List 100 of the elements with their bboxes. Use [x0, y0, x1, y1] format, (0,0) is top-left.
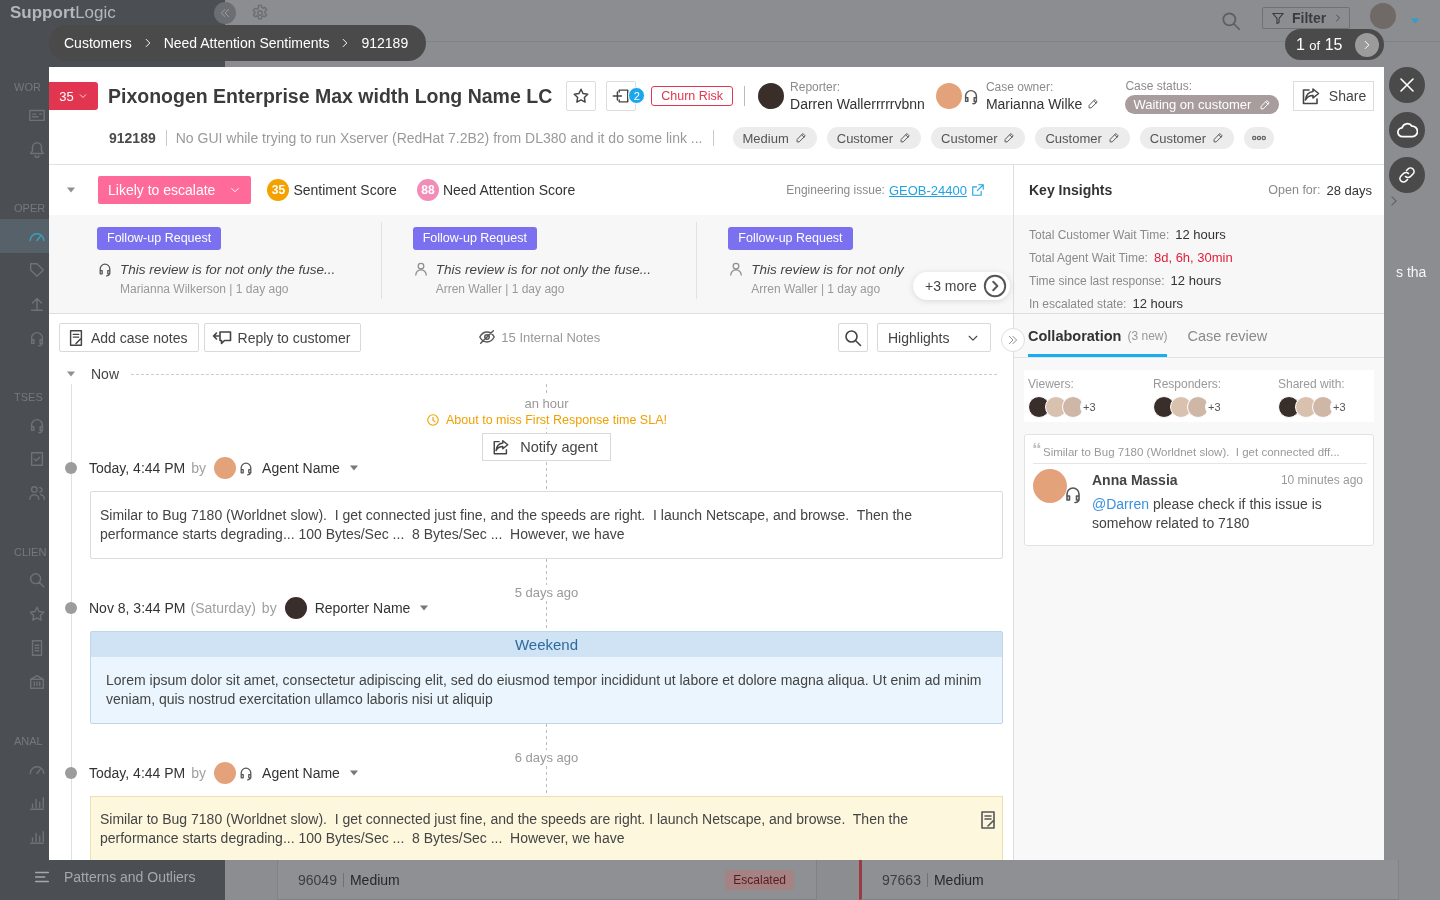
- search-icon: [843, 327, 863, 348]
- field-value: 12 hours: [1170, 273, 1222, 288]
- notify-agent-button[interactable]: Notify agent: [482, 433, 611, 461]
- bar-chart-icon: [28, 828, 46, 846]
- breadcrumb-link[interactable]: Customers: [64, 35, 132, 51]
- next-button[interactable]: [1355, 32, 1379, 57]
- clock-icon: [426, 413, 441, 427]
- field-label: In escalated state:: [1029, 296, 1127, 311]
- headset-icon: [1063, 484, 1083, 504]
- author-name[interactable]: Agent Name: [262, 765, 340, 781]
- follow-up-tag: Follow-up Request: [97, 227, 222, 250]
- logo: SupportLogic: [10, 3, 116, 23]
- quote-icon: [1033, 442, 1041, 450]
- tag-chip[interactable]: Medium: [732, 127, 817, 149]
- link-button[interactable]: [1389, 157, 1425, 193]
- more-button[interactable]: [1244, 127, 1275, 149]
- avatar: [1312, 396, 1334, 418]
- more-count[interactable]: +3: [1205, 399, 1224, 415]
- case-card[interactable]: 96049 Medium Escalated: [277, 860, 817, 900]
- score-dropdown[interactable]: 35: [49, 82, 98, 110]
- weekend-banner: Weekend: [91, 632, 1002, 657]
- star-button[interactable]: [566, 81, 597, 111]
- participants-label: Shared with:: [1278, 376, 1345, 392]
- share-icon: [492, 438, 511, 456]
- timeline-dot: [65, 602, 77, 614]
- share-button[interactable]: Share: [1293, 81, 1374, 111]
- tab[interactable]: Collaboration (3 new): [1028, 314, 1168, 357]
- avatar: [1187, 396, 1209, 418]
- score-label: Need Attention Score: [442, 182, 576, 198]
- caret-down-icon[interactable]: [419, 603, 430, 613]
- link-icon: [1397, 165, 1417, 185]
- plus-card-icon: [612, 87, 631, 105]
- person-icon: [412, 261, 429, 277]
- message-text: Lorem ipsum dolor sit amet, consectetur adipiscing elit, sed do eiusmod tempor incididunt ut labore et dolore magna aliqua. Ut enim ad minim veniam, quis nostrud exercitation ullamco laboris nisi ut aliquip: [105, 671, 983, 709]
- cloud-button[interactable]: [1389, 112, 1425, 148]
- collapse-triangle-icon[interactable]: [66, 369, 76, 379]
- search-button[interactable]: [838, 323, 868, 352]
- mention-link[interactable]: @Darren: [1092, 496, 1149, 512]
- priority-label: Medium: [349, 871, 400, 888]
- gear-icon[interactable]: [251, 4, 269, 22]
- pencil-icon: [899, 132, 912, 144]
- field-label: Case status:: [1125, 78, 1194, 94]
- author-name: Anna Massia: [1092, 472, 1178, 488]
- search-icon[interactable]: [1220, 10, 1242, 32]
- case-card[interactable]: 97663 Medium: [859, 860, 1399, 900]
- avatar: [1062, 396, 1084, 418]
- caret-down-icon[interactable]: [348, 463, 359, 473]
- external-link-icon[interactable]: [971, 183, 985, 197]
- by-label: by: [261, 600, 277, 616]
- count-badge: 2: [628, 87, 646, 104]
- tag-chip[interactable]: Customer: [1035, 127, 1130, 149]
- more-count[interactable]: +3: [1330, 399, 1349, 415]
- collapse-button[interactable]: [214, 2, 236, 24]
- sidebar-item[interactable]: [0, 219, 49, 253]
- close-button[interactable]: [1389, 67, 1425, 103]
- pencil-icon[interactable]: [1087, 98, 1100, 110]
- entry-time: Today, 4:44 PM: [89, 765, 186, 781]
- author-name[interactable]: Agent Name: [262, 460, 340, 476]
- search-icon: [28, 571, 46, 589]
- breadcrumb-link[interactable]: Need Attention Sentiments: [163, 35, 330, 51]
- pager-label: 1 of 15: [1296, 35, 1343, 54]
- card-text: s tha: [1396, 264, 1427, 280]
- score-label: Sentiment Score: [293, 182, 397, 198]
- highlight-text: This review is for not only the fuse...: [435, 261, 651, 277]
- case-id: 96049: [298, 871, 337, 888]
- add-notes-button[interactable]: Add case notes: [59, 323, 199, 352]
- tag-chip[interactable]: Customer: [931, 127, 1026, 149]
- highlights-select[interactable]: Highlights: [877, 323, 991, 352]
- highlight-text: This review is for not only: [751, 261, 904, 277]
- pencil-icon: [1259, 98, 1272, 111]
- collapse-button[interactable]: [1001, 328, 1025, 352]
- author-name[interactable]: Reporter Name: [314, 600, 411, 616]
- more-button[interactable]: +3 more: [913, 272, 1010, 300]
- case-summary: No GUI while trying to run Xserver (RedHat 7.2B2) from DL380 and it do some link ...: [175, 130, 703, 146]
- building-icon: [28, 673, 46, 691]
- reply-button[interactable]: Reply to customer: [203, 323, 362, 352]
- field-value: 12 hours: [1175, 227, 1226, 242]
- field-label: Time since last response:: [1029, 273, 1165, 288]
- quoted-text: Similar to Bug 7180 (Worldnet slow). I get connected dff...: [1043, 446, 1340, 458]
- avatar: [758, 83, 785, 109]
- sidebar-item[interactable]: Patterns and Outliers: [33, 860, 196, 894]
- priority-label: Medium: [933, 871, 984, 888]
- note-icon[interactable]: [978, 810, 998, 830]
- case-id: 912189: [109, 130, 156, 146]
- breadcrumb-link[interactable]: 912189: [361, 35, 409, 51]
- caret-down-icon[interactable]: [348, 768, 359, 778]
- tag-chip[interactable]: Customer: [826, 127, 922, 149]
- entry-weekday: (Saturday): [190, 600, 256, 616]
- field-label: Engineering issue:: [786, 183, 885, 197]
- tag-chip[interactable]: Customer: [1139, 127, 1235, 149]
- collapse-triangle-icon[interactable]: [66, 185, 76, 195]
- entry-time: Today, 4:44 PM: [89, 460, 186, 476]
- people-icon: [28, 484, 46, 502]
- highlight-meta: Arren Waller | 1 day ago: [751, 282, 881, 296]
- highlight-text: This review is for not only the fuse...: [120, 261, 336, 277]
- timeline-label: Now: [91, 366, 119, 382]
- more-count[interactable]: +3: [1080, 399, 1099, 415]
- pencil-icon: [794, 132, 807, 144]
- field-label: Reporter:: [790, 78, 842, 95]
- headset-icon: [97, 261, 113, 277]
